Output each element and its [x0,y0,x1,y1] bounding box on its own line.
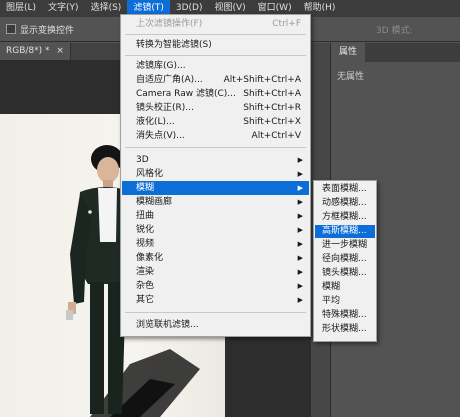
submenu-item-shape-blur[interactable]: 形状模糊... [315,323,375,336]
submenu-item-motion-blur[interactable]: 动感模糊... [315,197,375,210]
menu-item-convert-smart[interactable]: 转换为智能滤镜(S) [122,38,309,52]
submenu-item-label: 高斯模糊... [322,226,367,236]
submenu-arrow-icon: ▶ [297,198,303,206]
submenu-item-label: 形状模糊... [322,324,367,334]
submenu-arrow-icon: ▶ [297,212,303,220]
menu-type[interactable]: 文字(Y) [42,0,85,17]
submenu-arrow-icon: ▶ [297,296,303,304]
menu-item-label: 上次滤镜操作(F) [136,19,203,29]
3d-mode-label: 3D 模式: [376,26,413,36]
menu-item-last-filter[interactable]: 上次滤镜操作(F) Ctrl+F [122,17,309,31]
show-transform-checkbox[interactable] [6,24,16,34]
submenu-item-label: 平均 [322,296,341,306]
menu-item-blur[interactable]: 模糊 ▶ [122,181,309,195]
menu-item-render[interactable]: 渲染 ▶ [122,265,309,279]
menu-divider [125,34,306,35]
menu-item-vanishing-point[interactable]: 消失点(V)... Alt+Ctrl+V [122,129,309,143]
blur-submenu: 表面模糊... 动感模糊... 方框模糊... 高斯模糊... 进一步模糊 径向… [313,180,377,342]
menu-item-shortcut: Shift+Ctrl+R [243,103,301,113]
menu-item-label: 转换为智能滤镜(S) [136,40,212,50]
menu-item-label: 滤镜库(G)... [136,61,186,71]
menu-divider [125,312,306,313]
menu-divider [125,147,306,148]
menu-item-label: 3D [136,155,149,165]
menu-item-3d[interactable]: 3D ▶ [122,153,309,167]
menu-item-shortcut: Alt+Shift+Ctrl+A [223,75,301,85]
show-transform-label: 显示变换控件 [20,26,75,36]
properties-empty-text: 无属性 [337,72,365,82]
menu-item-label: 视频 [136,239,155,249]
submenu-item-lens-blur[interactable]: 镜头模糊... [315,267,375,280]
menu-item-other[interactable]: 其它 ▶ [122,293,309,307]
menu-item-label: 渲染 [136,267,155,277]
submenu-item-label: 表面模糊... [322,184,367,194]
submenu-item-average[interactable]: 平均 [315,295,375,308]
submenu-arrow-icon: ▶ [297,254,303,262]
menu-item-shortcut: Ctrl+F [272,19,301,29]
submenu-item-radial-blur[interactable]: 径向模糊... [315,253,375,266]
tab-properties[interactable]: 属性 [331,43,366,62]
menu-item-label: Camera Raw 滤镜(C)... [136,89,236,99]
menu-item-label: 其它 [136,295,155,305]
panel-tab-bar: 属性 [331,43,460,62]
menu-item-sharpen[interactable]: 锐化 ▶ [122,223,309,237]
submenu-arrow-icon: ▶ [297,184,303,192]
submenu-arrow-icon: ▶ [297,170,303,178]
submenu-item-blur[interactable]: 模糊 [315,281,375,294]
menu-item-shortcut: Shift+Ctrl+A [243,89,301,99]
menu-item-label: 杂色 [136,281,155,291]
menu-item-label: 自适应广角(A)... [136,75,203,85]
submenu-item-gaussian-blur[interactable]: 高斯模糊... [315,225,375,238]
menu-divider [125,55,306,56]
menu-item-noise[interactable]: 杂色 ▶ [122,279,309,293]
menu-item-browse-online[interactable]: 浏览联机滤镜... [122,318,309,332]
document-tab[interactable]: RGB/8*) * × [0,43,71,60]
menu-item-label: 液化(L)... [136,117,175,127]
menu-item-shortcut: Alt+Ctrl+V [251,131,301,141]
document-tab-label: RGB/8*) * [6,46,50,56]
menu-item-label: 镜头校正(R)... [136,103,194,113]
menu-item-pixelate[interactable]: 像素化 ▶ [122,251,309,265]
submenu-item-label: 进一步模糊 [322,240,368,250]
menu-item-filter-gallery[interactable]: 滤镜库(G)... [122,59,309,73]
menu-item-label: 像素化 [136,253,164,263]
menu-item-video[interactable]: 视频 ▶ [122,237,309,251]
submenu-item-surface-blur[interactable]: 表面模糊... [315,183,375,196]
menu-item-shortcut: Shift+Ctrl+X [243,117,301,127]
close-icon[interactable]: × [56,46,64,56]
menu-item-blur-gallery[interactable]: 模糊画廊 ▶ [122,195,309,209]
submenu-arrow-icon: ▶ [297,282,303,290]
menu-item-lens-correction[interactable]: 镜头校正(R)... Shift+Ctrl+R [122,101,309,115]
submenu-item-label: 镜头模糊... [322,268,367,278]
submenu-item-smart-blur[interactable]: 特殊模糊... [315,309,375,322]
submenu-arrow-icon: ▶ [297,226,303,234]
menu-item-liquify[interactable]: 液化(L)... Shift+Ctrl+X [122,115,309,129]
menu-item-label: 模糊 [136,183,155,193]
menu-item-label: 浏览联机滤镜... [136,320,199,330]
menu-item-label: 风格化 [136,169,164,179]
menu-item-distort[interactable]: 扭曲 ▶ [122,209,309,223]
submenu-item-label: 特殊模糊... [322,310,367,320]
menu-item-label: 消失点(V)... [136,131,185,141]
submenu-item-label: 模糊 [322,282,341,292]
menu-item-camera-raw[interactable]: Camera Raw 滤镜(C)... Shift+Ctrl+A [122,87,309,101]
menu-item-label: 锐化 [136,225,155,235]
filter-menu-dropdown: 上次滤镜操作(F) Ctrl+F 转换为智能滤镜(S) 滤镜库(G)... 自适… [120,14,311,337]
submenu-item-blur-more[interactable]: 进一步模糊 [315,239,375,252]
submenu-item-box-blur[interactable]: 方框模糊... [315,211,375,224]
menu-item-stylize[interactable]: 风格化 ▶ [122,167,309,181]
menu-item-adaptive-wide[interactable]: 自适应广角(A)... Alt+Shift+Ctrl+A [122,73,309,87]
menu-layer[interactable]: 图层(L) [0,0,42,17]
submenu-arrow-icon: ▶ [297,240,303,248]
submenu-arrow-icon: ▶ [297,156,303,164]
submenu-item-label: 动感模糊... [322,198,367,208]
menu-item-label: 模糊画廊 [136,197,173,207]
submenu-item-label: 方框模糊... [322,212,367,222]
submenu-item-label: 径向模糊... [322,254,367,264]
menu-item-label: 扭曲 [136,211,155,221]
submenu-arrow-icon: ▶ [297,268,303,276]
